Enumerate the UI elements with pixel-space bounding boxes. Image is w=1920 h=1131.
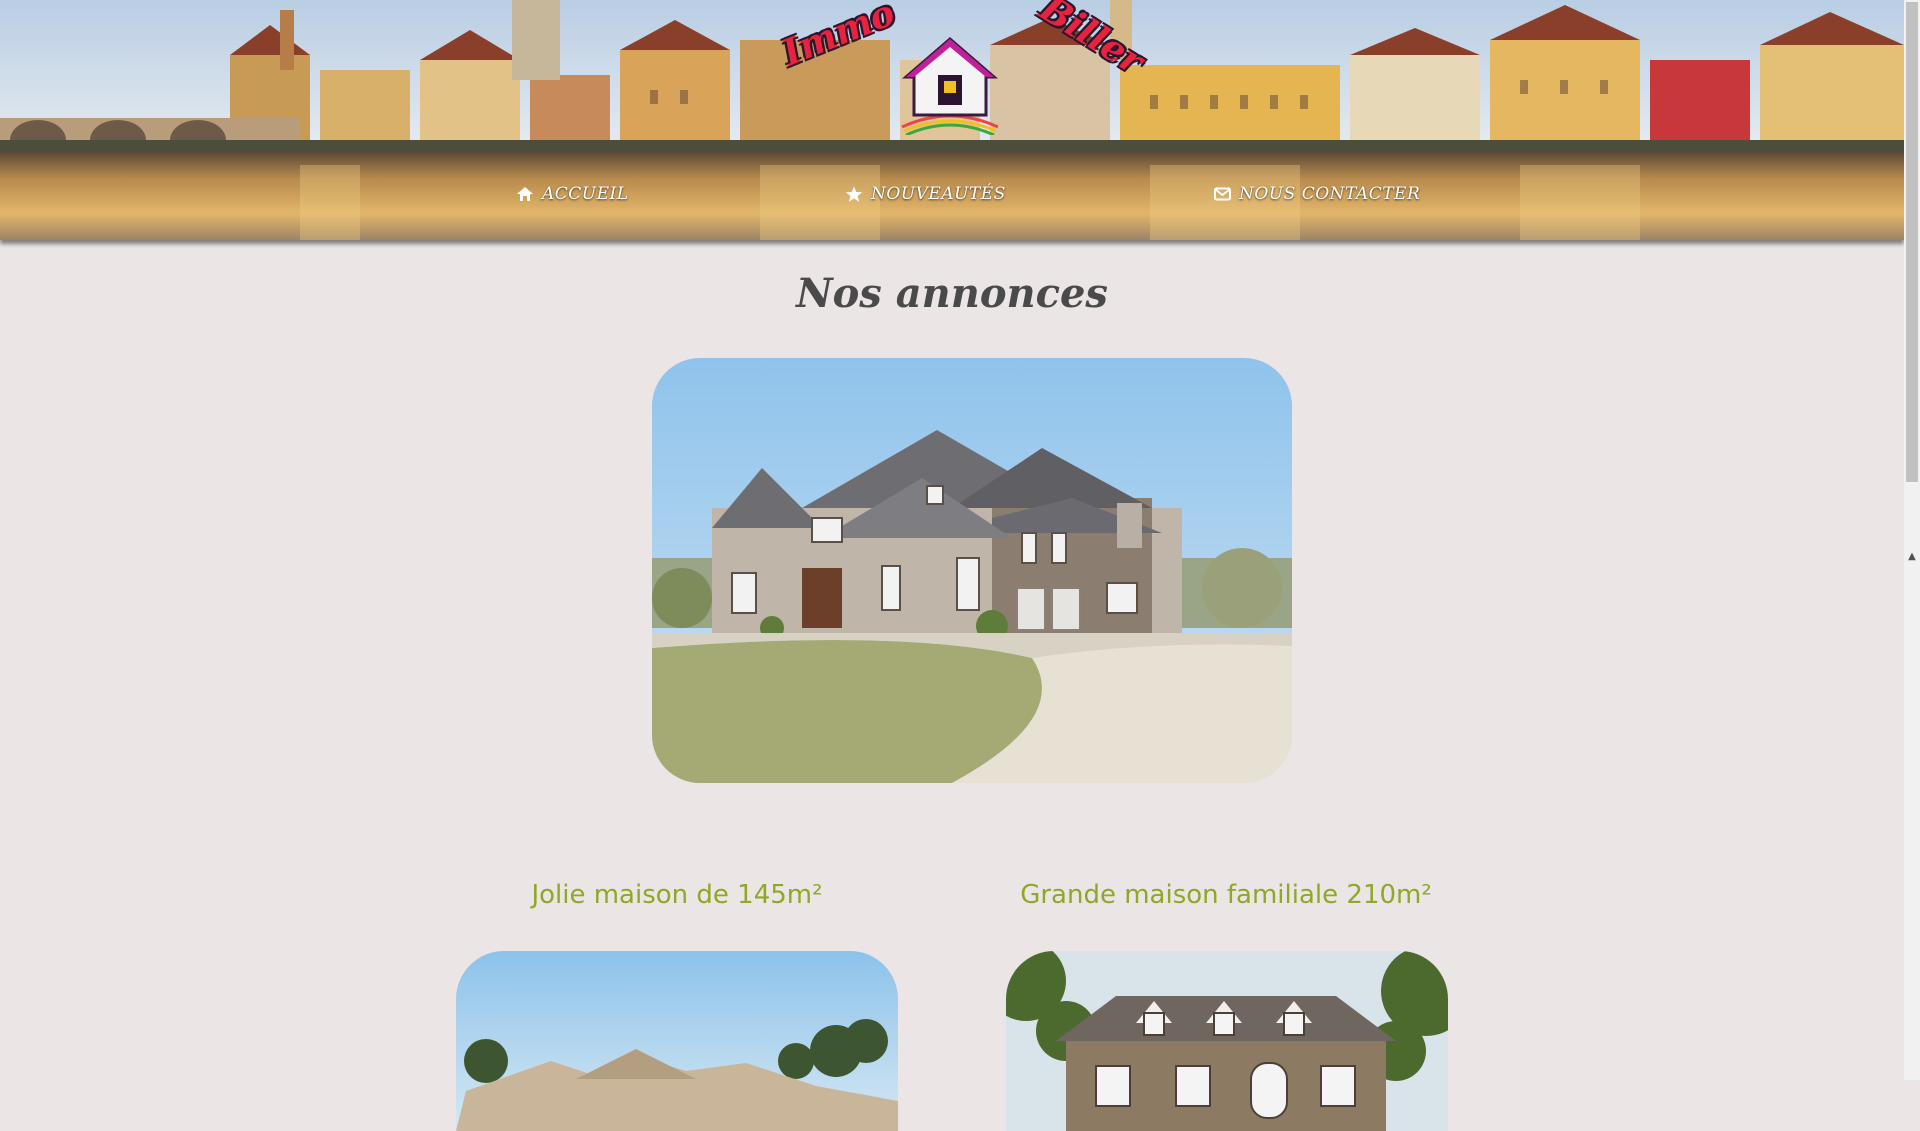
house-logo-icon <box>901 37 999 135</box>
page-title: Nos annonces <box>796 270 1108 317</box>
page-scrollbar[interactable]: ▲ <box>1904 0 1920 1080</box>
envelope-icon <box>1214 187 1231 201</box>
house-photo <box>652 358 1292 783</box>
listing-title-2[interactable]: Grande maison familiale 210m² <box>976 880 1476 910</box>
listing-house-photo-2 <box>1006 951 1448 1131</box>
site-logo[interactable]: Immo Biller <box>770 0 1151 135</box>
nav-label-nous-contacter: NOUS CONTACTER <box>1239 184 1421 204</box>
home-icon <box>517 187 533 201</box>
listing-image-2[interactable] <box>1006 951 1448 1131</box>
listing-house-photo-1 <box>456 951 898 1131</box>
nav-accueil[interactable]: ACCUEIL <box>516 178 629 210</box>
featured-house-image[interactable] <box>652 358 1292 783</box>
star-icon <box>845 186 863 202</box>
listing-image-1[interactable] <box>456 951 898 1131</box>
scroll-up-arrow-icon[interactable]: ▲ <box>1904 548 1920 564</box>
listing-title-1[interactable]: Jolie maison de 145m² <box>427 880 927 910</box>
nav-nous-contacter[interactable]: NOUS CONTACTER <box>1214 178 1420 210</box>
header-banner: Immo Biller ACCUEIL NOUVEAUTÉS NOUS CONT… <box>0 0 1904 240</box>
nav-label-accueil: ACCUEIL <box>542 184 629 204</box>
nav-label-nouveautes: NOUVEAUTÉS <box>871 184 1006 204</box>
scrollbar-thumb[interactable] <box>1906 2 1918 482</box>
nav-nouveautes[interactable]: NOUVEAUTÉS <box>845 178 1006 210</box>
logo-word-immo: Immo <box>776 0 901 75</box>
